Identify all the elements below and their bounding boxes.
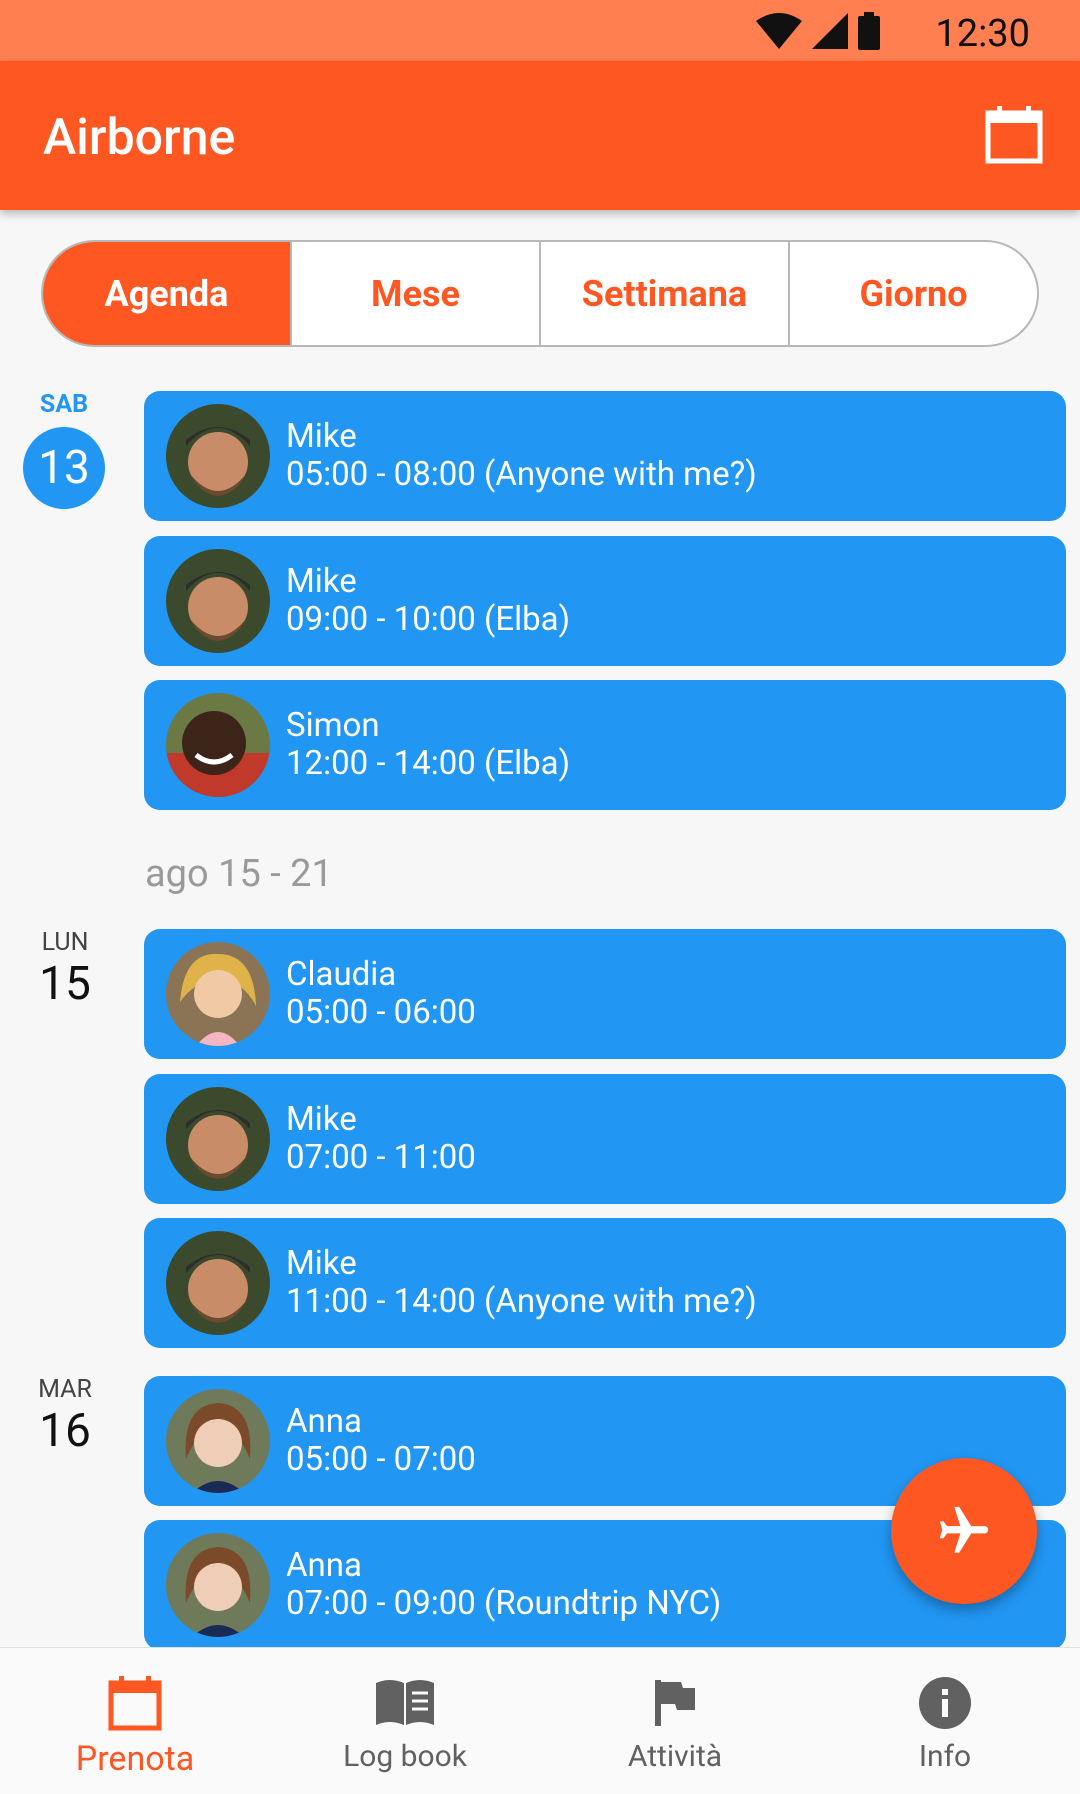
day-label: MAR 16	[1, 1375, 129, 1458]
nav-attivita[interactable]: Attività	[540, 1648, 810, 1794]
event-card[interactable]: Mike 09:00 - 10:00 (Elba)	[144, 536, 1066, 666]
avatar	[166, 1533, 270, 1637]
tab-mese[interactable]: Mese	[292, 242, 541, 345]
battery-icon	[858, 12, 880, 50]
avatar	[166, 942, 270, 1046]
airplane-icon	[939, 1506, 989, 1553]
day-label: LUN 15	[1, 928, 129, 1011]
nav-log-book[interactable]: Log book	[270, 1648, 540, 1794]
event-name: Mike	[286, 417, 357, 456]
event-name: Anna	[286, 1402, 362, 1441]
avatar	[166, 693, 270, 797]
nav-label: Log book	[343, 1739, 467, 1774]
app-title: Airborne	[43, 109, 236, 167]
calendar-button[interactable]	[984, 105, 1044, 165]
day-of-week: MAR	[38, 1375, 92, 1404]
event-time: 12:00 - 14:00 (Elba)	[286, 744, 571, 783]
calendar-icon	[108, 1676, 162, 1731]
nav-info[interactable]: Info	[810, 1648, 1080, 1794]
event-name: Simon	[286, 706, 380, 745]
day-of-week: LUN	[41, 928, 89, 957]
status-time: 12:30	[935, 12, 1030, 56]
event-time: 07:00 - 11:00	[286, 1138, 476, 1177]
event-name: Anna	[286, 1546, 362, 1585]
tab-agenda[interactable]: Agenda	[43, 242, 292, 345]
avatar	[166, 1231, 270, 1335]
event-card[interactable]: Mike 05:00 - 08:00 (Anyone with me?)	[144, 391, 1066, 521]
status-bar: 12:30	[0, 0, 1080, 61]
tab-settimana[interactable]: Settimana	[541, 242, 790, 345]
event-card[interactable]: Mike 07:00 - 11:00	[144, 1074, 1066, 1204]
tab-giorno[interactable]: Giorno	[790, 242, 1037, 345]
flag-icon	[655, 1680, 695, 1726]
event-card[interactable]: Claudia 05:00 - 06:00	[144, 929, 1066, 1059]
avatar	[166, 1087, 270, 1191]
event-time: 11:00 - 14:00 (Anyone with me?)	[286, 1282, 757, 1321]
book-icon	[376, 1680, 434, 1725]
nav-label: Info	[918, 1739, 972, 1774]
bottom-navigation: Prenota Log book Attività Info	[0, 1647, 1080, 1794]
day-number: 16	[39, 1404, 91, 1458]
event-name: Mike	[286, 562, 357, 601]
nav-label: Prenota	[75, 1739, 195, 1779]
book-flight-fab[interactable]	[891, 1458, 1037, 1604]
event-card[interactable]: Simon 12:00 - 14:00 (Elba)	[144, 680, 1066, 810]
event-time: 05:00 - 08:00 (Anyone with me?)	[286, 455, 757, 494]
app-bar: Airborne	[0, 61, 1080, 210]
day-of-week: SAB	[39, 390, 89, 419]
event-time: 09:00 - 10:00 (Elba)	[286, 600, 571, 639]
avatar	[166, 549, 270, 653]
status-icons	[756, 12, 880, 50]
view-tabs: Agenda Mese Settimana Giorno	[41, 240, 1039, 347]
avatar	[166, 1389, 270, 1493]
event-time: 07:00 - 09:00 (Roundtrip NYC)	[286, 1584, 722, 1623]
week-range-label: ago 15 - 21	[145, 852, 333, 896]
nav-prenota[interactable]: Prenota	[0, 1648, 270, 1794]
event-time: 05:00 - 06:00	[286, 993, 476, 1032]
calendar-icon	[985, 106, 1043, 164]
cell-signal-icon	[812, 13, 848, 49]
wifi-icon	[756, 13, 802, 49]
event-name: Mike	[286, 1100, 357, 1139]
event-time: 05:00 - 07:00	[286, 1440, 476, 1479]
day-number: 15	[39, 957, 91, 1011]
avatar	[166, 404, 270, 508]
event-name: Mike	[286, 1244, 357, 1283]
event-card[interactable]: Mike 11:00 - 14:00 (Anyone with me?)	[144, 1218, 1066, 1348]
day-number: 13	[23, 427, 105, 509]
event-name: Claudia	[286, 955, 397, 994]
day-label: SAB 13	[0, 390, 128, 509]
info-icon	[919, 1677, 971, 1729]
nav-label: Attività	[627, 1739, 723, 1774]
